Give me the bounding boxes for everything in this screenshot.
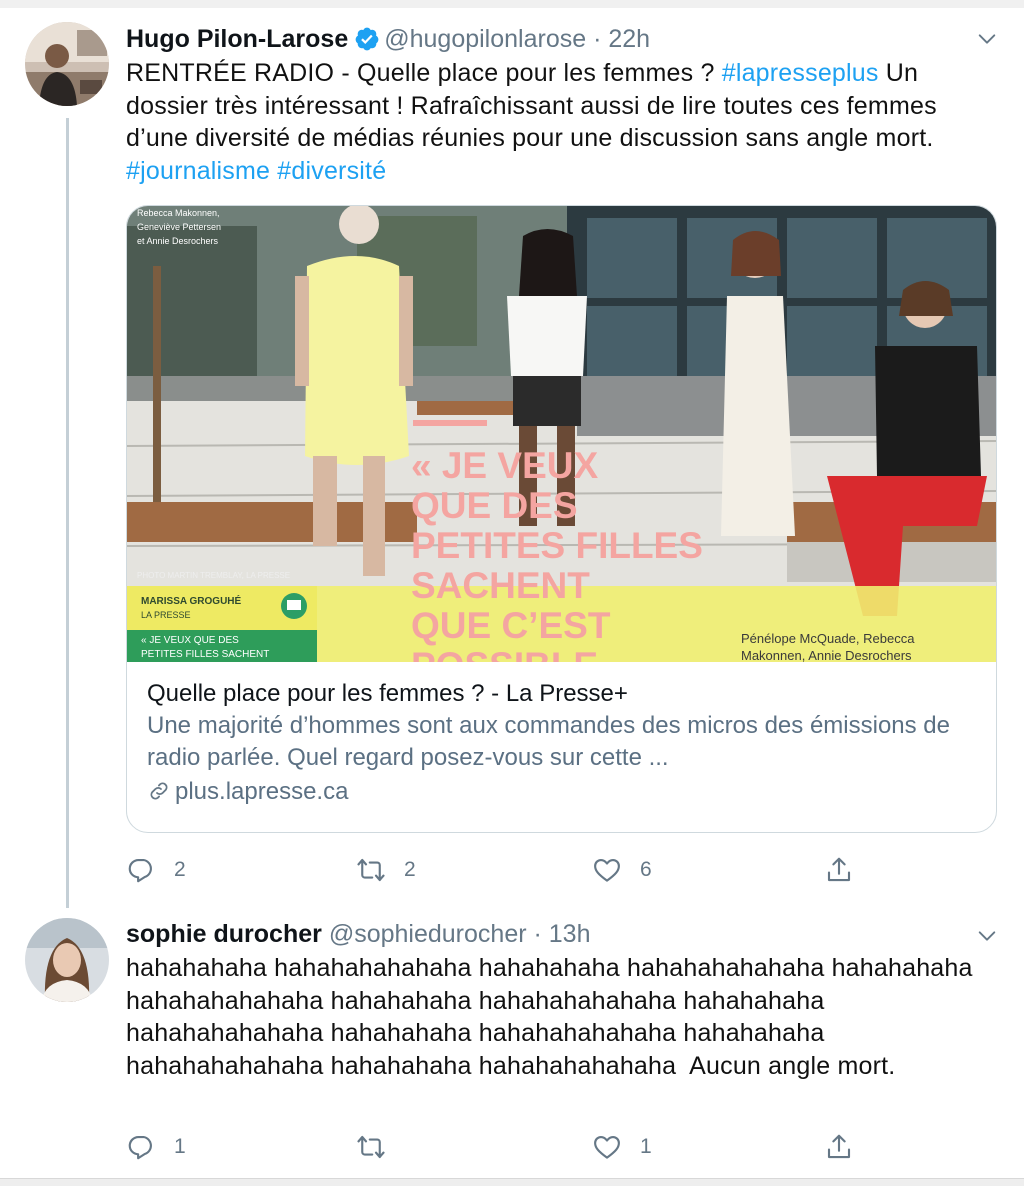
user-handle[interactable]: @sophiedurocher xyxy=(329,920,527,948)
share-icon xyxy=(827,1134,851,1159)
photo-caption-top: Rebecca Makonnen, Geneviève Pettersen et A… xyxy=(137,208,221,246)
svg-text:POSSIBLE: POSSIBLE xyxy=(411,645,598,662)
tweet-header: Hugo Pilon-Larose @hugopilonlarose · 22h xyxy=(126,22,996,56)
tweet-actions: 2 2 6 xyxy=(126,850,866,890)
tweet-text: hahahahaha hahahahahahaha hahahahaha hah… xyxy=(126,954,980,1080)
reply-button[interactable]: 1 xyxy=(126,1127,186,1167)
card-text-block[interactable]: Quelle place pour les femmes ? - La Pres… xyxy=(147,678,977,809)
hashtag-link[interactable]: #lapresseplus xyxy=(722,59,879,87)
svg-text:QUE DES: QUE DES xyxy=(411,485,578,526)
tweet-timestamp[interactable]: 22h xyxy=(608,25,650,53)
retweet-icon xyxy=(357,858,385,882)
card-domain-text: plus.lapresse.ca xyxy=(175,778,349,805)
avatar-hugo[interactable] xyxy=(25,22,109,106)
avatar-sophie[interactable] xyxy=(25,918,109,1002)
retweet-icon xyxy=(357,1135,385,1159)
chevron-down-icon[interactable] xyxy=(976,28,998,50)
reply-count: 1 xyxy=(174,1135,186,1158)
tweet-hugo[interactable]: Hugo Pilon-Larose @hugopilonlarose · 22h … xyxy=(0,0,1024,908)
svg-text:QUE C’EST: QUE C’EST xyxy=(411,605,611,646)
tweet-header: sophie durocher @sophiedurocher · 13h xyxy=(126,917,996,951)
photo-credit: PHOTO MARTIN TREMBLAY, LA PRESSE xyxy=(137,571,290,580)
separator-dot: · xyxy=(593,25,602,53)
retweet-count: 2 xyxy=(404,858,416,881)
svg-text:« JE VEUX: « JE VEUX xyxy=(411,445,598,486)
share-button[interactable] xyxy=(824,1127,854,1167)
reply-button[interactable]: 2 xyxy=(126,850,186,890)
text-segment: RENTRÉE RADIO - Quelle place pour les fe… xyxy=(126,59,722,87)
tweet-timestamp[interactable]: 13h xyxy=(549,920,591,948)
card-description: Une majorité d’hommes sont aux commandes… xyxy=(147,712,951,771)
hashtag-link[interactable]: #journalisme xyxy=(126,157,270,185)
window-bottom-edge xyxy=(0,1178,1024,1186)
reply-icon xyxy=(128,858,152,883)
tweet-sophie[interactable]: sophie durocher @sophiedurocher · 13h ha… xyxy=(0,905,1024,1175)
like-icon xyxy=(594,1135,620,1159)
card-author-name: MARISSA GROGUHÉ xyxy=(141,594,242,607)
display-name[interactable]: Hugo Pilon-Larose xyxy=(126,25,348,53)
tweet-actions: 1 1 xyxy=(126,1127,866,1167)
separator-dot: · xyxy=(533,920,542,948)
user-handle[interactable]: @hugopilonlarose xyxy=(384,25,586,53)
svg-text:PETITES FILLES: PETITES FILLES xyxy=(411,525,703,566)
display-name[interactable]: sophie durocher xyxy=(126,920,322,948)
retweet-button[interactable] xyxy=(356,1127,404,1167)
share-button[interactable] xyxy=(824,850,854,890)
share-icon xyxy=(827,857,851,882)
link-preview-card[interactable]: Rebecca Makonnen, Geneviève Pettersen et A… xyxy=(126,205,997,833)
card-title[interactable]: Quelle place pour les femmes ? - La Pres… xyxy=(147,678,977,710)
verified-badge-icon xyxy=(355,27,379,51)
reply-count: 2 xyxy=(174,858,186,881)
like-button[interactable]: 6 xyxy=(592,850,652,890)
like-count: 1 xyxy=(640,1135,652,1158)
svg-text:SACHENT: SACHENT xyxy=(411,565,590,606)
hashtag-link[interactable]: #diversité xyxy=(277,157,386,185)
card-domain[interactable]: plus.lapresse.ca xyxy=(147,775,977,809)
thread-connector-line xyxy=(66,118,69,908)
link-icon xyxy=(150,782,168,800)
retweet-button[interactable]: 2 xyxy=(356,850,416,890)
card-author-outlet: LA PRESSE xyxy=(141,610,191,620)
card-image[interactable]: Rebecca Makonnen, Geneviève Pettersen et A… xyxy=(127,206,996,662)
reply-icon xyxy=(128,1135,152,1160)
tweet-text: RENTRÉE RADIO - Quelle place pour les fe… xyxy=(126,57,996,187)
like-button[interactable]: 1 xyxy=(592,1127,652,1167)
like-icon xyxy=(594,858,620,882)
chevron-down-icon[interactable] xyxy=(976,925,998,947)
like-count: 6 xyxy=(640,858,652,881)
